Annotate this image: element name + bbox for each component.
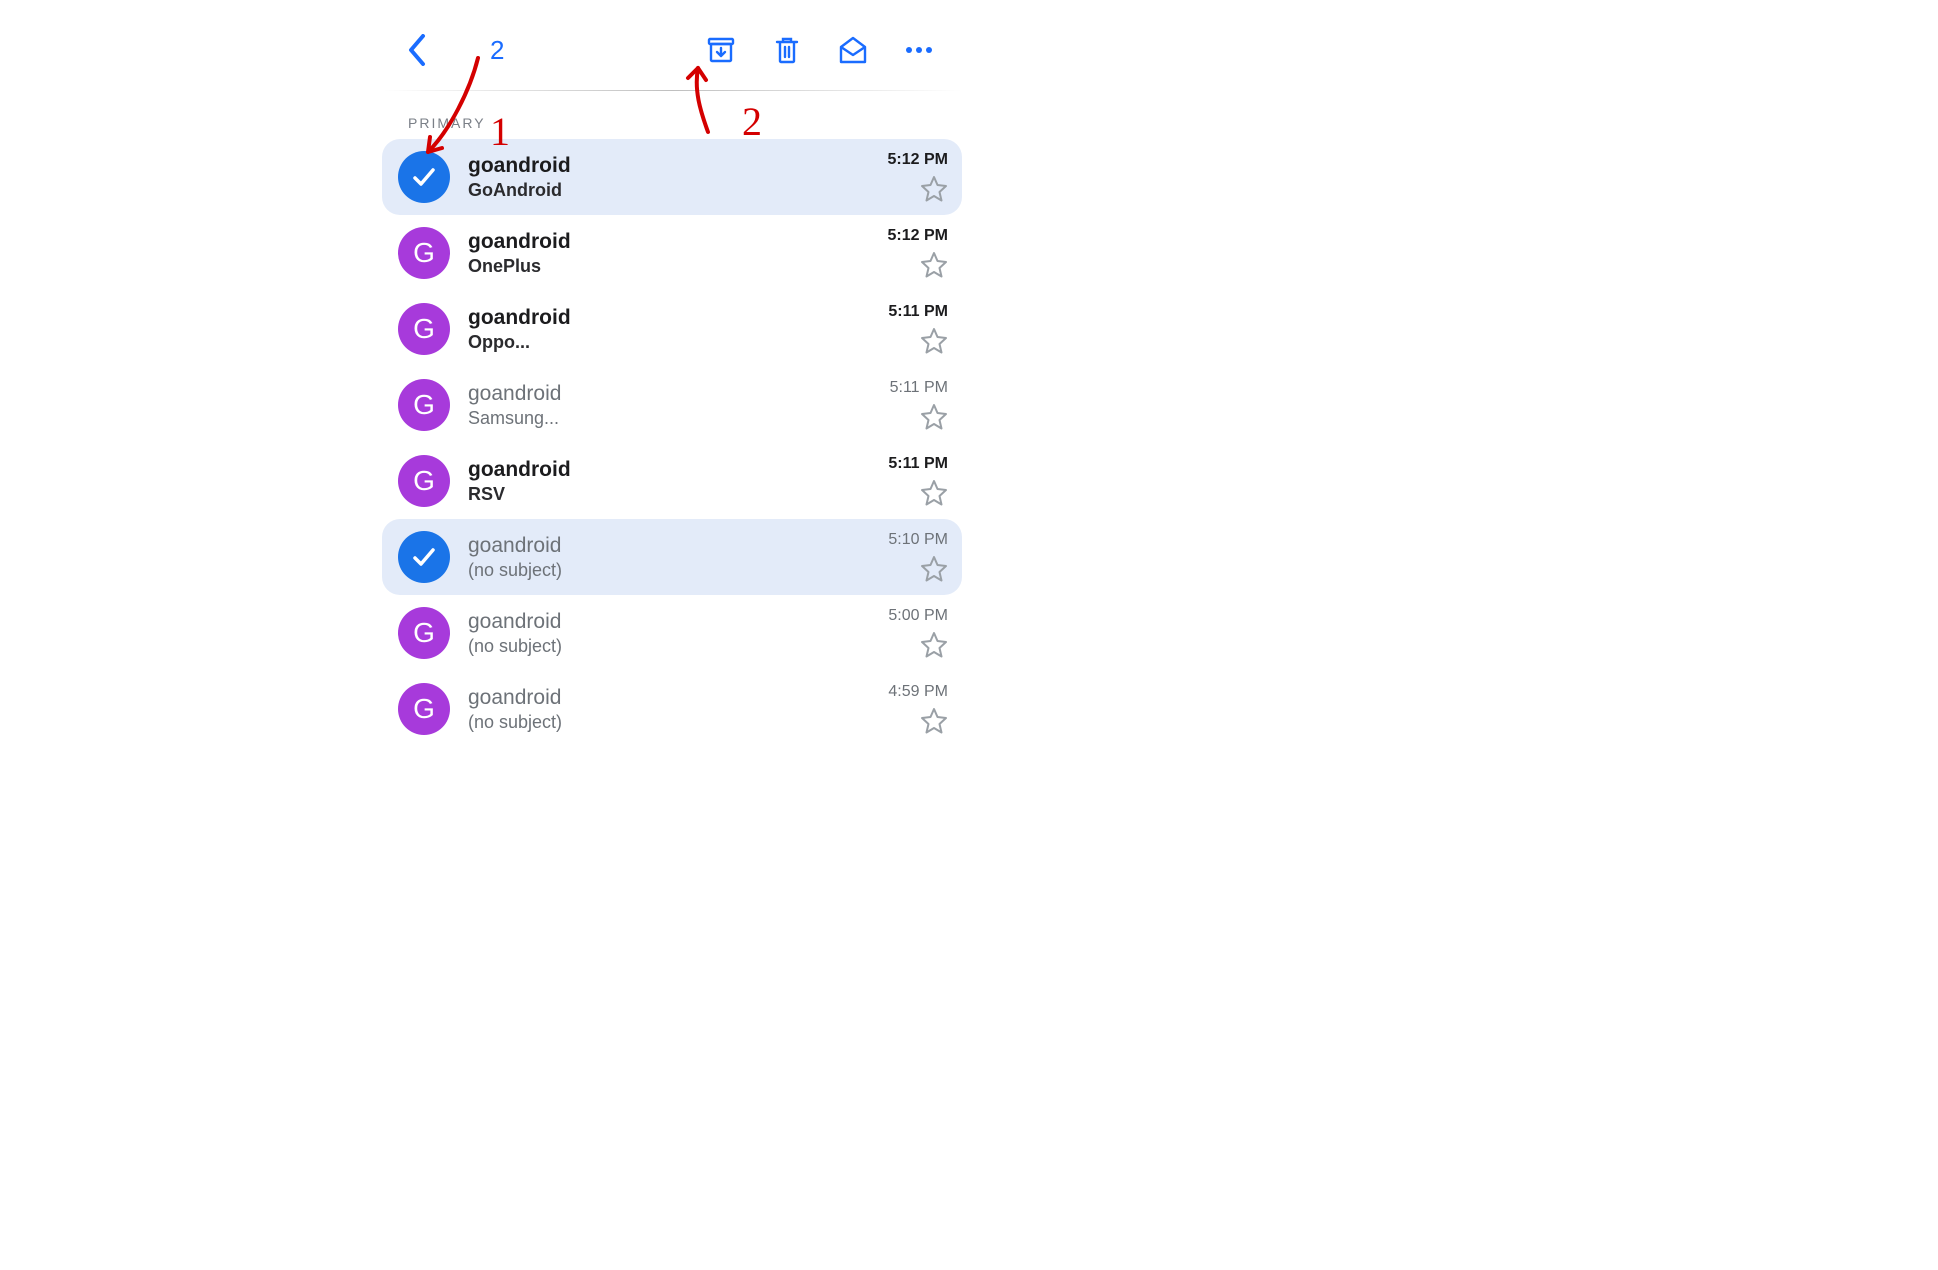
more-button[interactable] xyxy=(886,25,952,75)
email-time: 5:11 PM xyxy=(888,455,948,473)
sender-avatar[interactable]: G xyxy=(398,379,450,431)
star-button[interactable] xyxy=(920,403,948,431)
email-row[interactable]: goandroid(no subject) 5:10 PM xyxy=(382,519,962,595)
email-body: goandroidGoAndroid xyxy=(468,154,850,201)
star-outline-icon xyxy=(920,327,948,355)
email-row[interactable]: GgoandroidRSV 5:11 PM xyxy=(382,443,962,519)
email-meta: 5:10 PM xyxy=(868,531,948,583)
email-subject: Samsung... xyxy=(468,408,850,429)
email-subject: Oppo... xyxy=(468,332,850,353)
sender-avatar[interactable]: G xyxy=(398,303,450,355)
back-button[interactable] xyxy=(392,25,442,75)
email-row[interactable]: GgoandroidOppo... 5:11 PM xyxy=(382,291,962,367)
chevron-left-icon xyxy=(407,34,427,66)
annotation-layer: 1 2 xyxy=(0,0,1938,1270)
avatar-letter: G xyxy=(413,693,435,725)
email-sender: goandroid xyxy=(468,534,850,558)
star-outline-icon xyxy=(920,175,948,203)
star-outline-icon xyxy=(920,479,948,507)
check-icon xyxy=(409,542,439,572)
section-label: PRIMARY xyxy=(382,91,962,139)
email-time: 5:10 PM xyxy=(888,531,948,549)
email-time: 4:59 PM xyxy=(888,683,948,701)
email-body: goandroidOnePlus xyxy=(468,230,850,277)
email-sender: goandroid xyxy=(468,458,850,482)
email-time: 5:11 PM xyxy=(888,303,948,321)
gmail-inbox: 2 xyxy=(382,10,962,747)
star-button[interactable] xyxy=(920,631,948,659)
archive-icon xyxy=(706,35,736,65)
avatar-letter: G xyxy=(413,389,435,421)
avatar-letter: G xyxy=(413,617,435,649)
email-time: 5:00 PM xyxy=(888,607,948,625)
email-sender: goandroid xyxy=(468,154,850,178)
selection-count: 2 xyxy=(442,35,504,66)
email-row[interactable]: GgoandroidOnePlus 5:12 PM xyxy=(382,215,962,291)
email-subject: GoAndroid xyxy=(468,180,850,201)
email-body: goandroid(no subject) xyxy=(468,686,850,733)
email-sender: goandroid xyxy=(468,230,850,254)
email-subject: (no subject) xyxy=(468,712,850,733)
email-meta: 5:11 PM xyxy=(868,455,948,507)
star-outline-icon xyxy=(920,631,948,659)
more-horizontal-icon xyxy=(904,45,934,55)
email-meta: 4:59 PM xyxy=(868,683,948,735)
email-subject: (no subject) xyxy=(468,636,850,657)
star-outline-icon xyxy=(920,555,948,583)
avatar-letter: G xyxy=(413,313,435,345)
email-subject: OnePlus xyxy=(468,256,850,277)
selected-check-avatar[interactable] xyxy=(398,151,450,203)
email-list: goandroidGoAndroid5:12 PMGgoandroidOnePl… xyxy=(382,139,962,747)
annotation-arrows xyxy=(0,0,1938,1270)
email-row[interactable]: GgoandroidSamsung... 5:11 PM xyxy=(382,367,962,443)
email-row[interactable]: Ggoandroid(no subject) 4:59 PM xyxy=(382,671,962,747)
star-outline-icon xyxy=(920,403,948,431)
star-button[interactable] xyxy=(920,251,948,279)
trash-icon xyxy=(773,35,801,65)
email-row[interactable]: goandroidGoAndroid 5:12 PM xyxy=(382,139,962,215)
star-button[interactable] xyxy=(920,327,948,355)
avatar-letter: G xyxy=(413,465,435,497)
sender-avatar[interactable]: G xyxy=(398,683,450,735)
check-icon xyxy=(409,162,439,192)
email-time: 5:11 PM xyxy=(890,379,948,397)
sender-avatar[interactable]: G xyxy=(398,227,450,279)
email-meta: 5:12 PM xyxy=(868,151,948,203)
email-body: goandroid(no subject) xyxy=(468,610,850,657)
selection-toolbar: 2 xyxy=(382,10,962,90)
email-time: 5:12 PM xyxy=(888,227,948,245)
mail-open-icon xyxy=(837,35,869,65)
email-subject: RSV xyxy=(468,484,850,505)
email-sender: goandroid xyxy=(468,306,850,330)
star-button[interactable] xyxy=(920,175,948,203)
mark-read-button[interactable] xyxy=(820,25,886,75)
email-time: 5:12 PM xyxy=(888,151,948,169)
email-body: goandroid(no subject) xyxy=(468,534,850,581)
star-button[interactable] xyxy=(920,707,948,735)
email-meta: 5:12 PM xyxy=(868,227,948,279)
star-outline-icon xyxy=(920,707,948,735)
email-subject: (no subject) xyxy=(468,560,850,581)
email-body: goandroidRSV xyxy=(468,458,850,505)
email-row[interactable]: Ggoandroid(no subject) 5:00 PM xyxy=(382,595,962,671)
avatar-letter: G xyxy=(413,237,435,269)
star-outline-icon xyxy=(920,251,948,279)
selected-check-avatar[interactable] xyxy=(398,531,450,583)
sender-avatar[interactable]: G xyxy=(398,607,450,659)
star-button[interactable] xyxy=(920,479,948,507)
archive-button[interactable] xyxy=(688,25,754,75)
delete-button[interactable] xyxy=(754,25,820,75)
email-meta: 5:00 PM xyxy=(868,607,948,659)
email-meta: 5:11 PM xyxy=(868,303,948,355)
email-sender: goandroid xyxy=(468,382,850,406)
star-button[interactable] xyxy=(920,555,948,583)
email-meta: 5:11 PM xyxy=(868,379,948,431)
email-body: goandroidSamsung... xyxy=(468,382,850,429)
email-sender: goandroid xyxy=(468,686,850,710)
sender-avatar[interactable]: G xyxy=(398,455,450,507)
email-sender: goandroid xyxy=(468,610,850,634)
email-body: goandroidOppo... xyxy=(468,306,850,353)
